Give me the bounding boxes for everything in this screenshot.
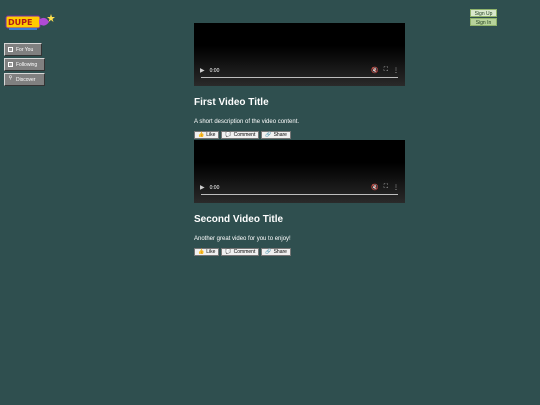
share-label: Share [273, 249, 287, 255]
video-description: Another great video for you to enjoy! [194, 236, 291, 242]
fullscreen-icon[interactable]: ⛶ [384, 184, 388, 191]
like-button[interactable]: 👍 Like [194, 131, 220, 139]
play-icon[interactable]: ▶ [200, 67, 205, 74]
video-post: ▶ 0:00 🔇 ⛶ ⋮ Second Video Title Another … [194, 140, 405, 257]
comment-label: Comment [233, 132, 256, 138]
nav-item-label: For You [16, 46, 34, 53]
signup-button[interactable]: Sign Up [470, 9, 497, 17]
sidebar-nav: ⌂ For You ☺ Following ⚲ Discover [4, 43, 46, 88]
video-time: 0:00 [209, 184, 220, 191]
home-icon: ⌂ [8, 47, 13, 52]
auth-buttons: Sign Up Sign In [470, 9, 500, 27]
video-feed: ▶ 0:00 🔇 ⛶ ⋮ First Video Title A short d… [194, 23, 405, 257]
app-logo[interactable]: DUPE [5, 12, 55, 32]
video-player[interactable]: ▶ 0:00 🔇 ⛶ ⋮ [194, 140, 405, 203]
like-label: Like [206, 132, 216, 138]
more-options-icon[interactable]: ⋮ [393, 184, 399, 191]
logo-text: DUPE [8, 18, 32, 27]
speech-bubble-icon: 💬 [225, 132, 232, 138]
video-description: A short description of the video content… [194, 119, 300, 125]
comment-button[interactable]: 💬 Comment [221, 248, 260, 256]
speech-bubble-icon: 💬 [225, 249, 232, 255]
share-button[interactable]: 🔗 Share [261, 131, 291, 139]
share-button[interactable]: 🔗 Share [261, 248, 291, 256]
video-controls: ▶ 0:00 🔇 ⛶ ⋮ [200, 67, 399, 74]
nav-item-discover[interactable]: ⚲ Discover [4, 73, 45, 86]
nav-item-following[interactable]: ☺ Following [4, 58, 45, 71]
search-icon: ⚲ [8, 75, 13, 81]
people-icon: ☺ [8, 62, 14, 67]
more-options-icon[interactable]: ⋮ [393, 67, 399, 74]
video-title: First Video Title [194, 97, 269, 108]
video-title: Second Video Title [194, 214, 284, 225]
video-actions: 👍 Like 💬 Comment 🔗 Share [194, 248, 405, 257]
share-label: Share [273, 132, 287, 138]
comment-label: Comment [233, 249, 256, 255]
video-actions: 👍 Like 💬 Comment 🔗 Share [194, 131, 405, 140]
link-icon: 🔗 [265, 132, 272, 138]
comment-button[interactable]: 💬 Comment [221, 131, 260, 139]
link-icon: 🔗 [265, 249, 272, 255]
video-post: ▶ 0:00 🔇 ⛶ ⋮ First Video Title A short d… [194, 23, 405, 140]
mute-icon[interactable]: 🔇 [371, 67, 378, 74]
video-time: 0:00 [209, 67, 220, 74]
nav-item-for-you[interactable]: ⌂ For You [4, 43, 42, 56]
like-button[interactable]: 👍 Like [194, 248, 220, 256]
signin-button[interactable]: Sign In [470, 18, 497, 26]
like-label: Like [206, 249, 216, 255]
video-shade [194, 46, 405, 86]
video-progress-track[interactable] [201, 194, 398, 195]
video-progress-track[interactable] [201, 77, 398, 78]
video-player[interactable]: ▶ 0:00 🔇 ⛶ ⋮ [194, 23, 405, 86]
nav-item-label: Following [16, 61, 38, 68]
logo-graphic: DUPE [5, 14, 55, 30]
fullscreen-icon[interactable]: ⛶ [384, 67, 388, 74]
thumbs-up-icon: 👍 [198, 132, 205, 138]
mute-icon[interactable]: 🔇 [371, 184, 378, 191]
video-controls: ▶ 0:00 🔇 ⛶ ⋮ [200, 184, 399, 191]
nav-item-label: Discover [16, 76, 36, 83]
play-icon[interactable]: ▶ [200, 184, 205, 191]
thumbs-up-icon: 👍 [198, 249, 205, 255]
video-shade [194, 163, 405, 203]
